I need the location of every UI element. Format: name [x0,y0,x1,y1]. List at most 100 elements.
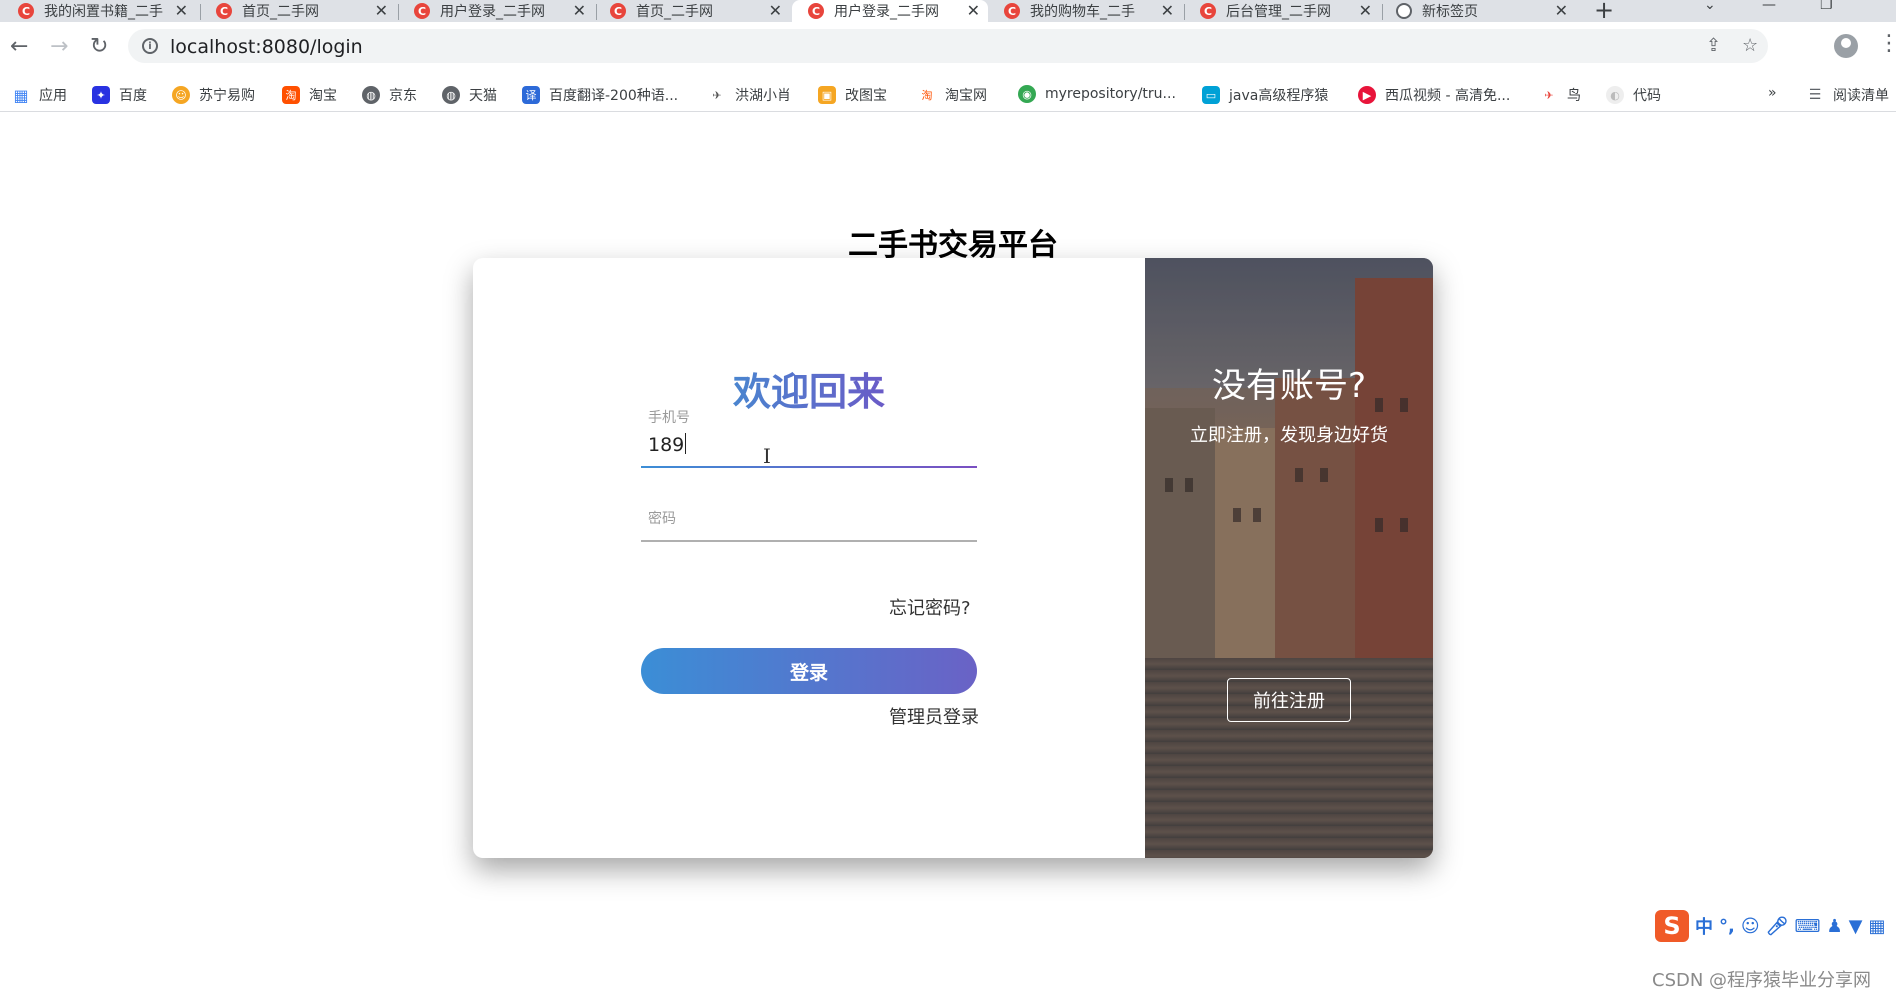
back-arrow-icon[interactable]: ← [10,34,28,59]
tab-8[interactable]: 新标签页 ✕ [1396,0,1576,22]
bookmark-label: 京东 [389,88,417,104]
login-card: 欢迎回来 手机号 189 I 密码 忘记密码? 登录 管理员登录 没有账号? 立… [473,258,1433,858]
close-icon[interactable]: ✕ [573,1,586,20]
bookmark-honghu[interactable]: ✈ 洪湖小肖 [708,85,791,105]
emoji-icon[interactable]: ☺ [1741,916,1760,937]
tab-separator [1382,4,1383,20]
bookmark-label: java高级程序猿 [1229,88,1329,104]
go-register-button[interactable]: 前往注册 [1227,678,1351,722]
bookmark-label: 鸟 [1567,88,1581,104]
tab-title: 首页_二手网 [636,4,713,20]
taobao-icon: 淘 [918,86,936,104]
tab-5-active[interactable]: C 用户登录_二手网 ✕ [792,0,988,22]
reading-list[interactable]: ☰ 阅读清单 [1806,85,1889,105]
bookmark-label: 洪湖小肖 [735,88,791,104]
bookmark-baidu[interactable]: ✦ 百度 [92,85,147,105]
admin-login-link[interactable]: 管理员登录 [889,703,979,729]
bookmark-java[interactable]: ▭ java高级程序猿 [1202,85,1328,105]
close-icon[interactable]: ✕ [175,1,188,20]
tab-1[interactable]: C 我的闲置书籍_二手 ✕ [18,0,196,22]
tab-7[interactable]: C 后台管理_二手网 ✕ [1200,0,1380,22]
tab-separator [1184,4,1185,20]
microphone-icon[interactable]: 🎤︎ [1766,916,1789,937]
user-icon[interactable]: ♟ [1826,916,1842,937]
tab-3[interactable]: C 用户登录_二手网 ✕ [414,0,594,22]
site-c-icon: C [610,3,626,19]
code-icon: ◐ [1606,86,1624,104]
bookmark-baidu-translate[interactable]: 译 百度翻译-200种语... [522,85,678,105]
suning-icon: ☺ [172,86,190,104]
grid-icon[interactable]: ▦ [1868,916,1885,937]
share-icon[interactable]: ⇪ [1706,35,1721,56]
bookmark-code[interactable]: ◐ 代码 [1606,85,1661,105]
taobao-icon: 淘 [282,86,300,104]
forward-arrow-icon[interactable]: → [50,34,68,59]
more-bookmarks-chevron-icon[interactable]: » [1768,85,1777,101]
skin-shirt-icon[interactable]: ▼ [1849,916,1863,937]
tab-title: 后台管理_二手网 [1226,4,1331,20]
bookmark-taobao[interactable]: 淘 淘宝 [282,85,337,105]
url-text[interactable]: localhost:8080/login [170,36,363,58]
apps-grid-icon: ▦ [13,85,29,105]
panel-dim-overlay [1145,258,1433,858]
restore-icon[interactable]: ❐ [1820,0,1833,13]
login-button[interactable]: 登录 [641,648,977,694]
password-input[interactable]: 密码 [648,508,676,528]
bookmark-tmall[interactable]: ◍ 天猫 [442,85,497,105]
tab-title: 用户登录_二手网 [440,4,545,20]
menu-kebab-icon[interactable]: ⋮ [1878,31,1896,56]
punctuation-icon[interactable]: °, [1719,916,1735,937]
bookmark-label: 淘宝网 [945,88,987,104]
close-icon[interactable]: ✕ [1555,1,1568,20]
register-panel-title: 没有账号? [1211,366,1367,406]
ime-toolbar: S 中 °, ☺ 🎤︎ ⌨ ♟ ▼ ▦ [1655,908,1896,944]
bookmark-taobao-net[interactable]: 淘 淘宝网 [918,85,987,105]
close-icon[interactable]: ✕ [967,1,980,20]
bookmark-suning[interactable]: ☺ 苏宁易购 [172,85,255,105]
new-tab-plus-icon[interactable]: + [1594,0,1614,24]
password-input-underline [641,540,977,542]
bookmark-label: 应用 [39,88,67,104]
phone-value: 189 [648,434,685,456]
welcome-heading: 欢迎回来 [733,361,885,416]
tab-strip: C 我的闲置书籍_二手 ✕ C 首页_二手网 ✕ C 用户登录_二手网 ✕ C … [0,0,1896,24]
sogou-ime-logo-icon[interactable]: S [1655,910,1689,942]
site-c-icon: C [414,3,430,19]
bookmark-label: myrepository/tru... [1045,86,1176,102]
close-icon[interactable]: ✕ [375,1,388,20]
bookmark-label: 代码 [1633,88,1661,104]
keyboard-icon[interactable]: ⌨ [1794,916,1820,937]
phone-input-underline [641,466,977,468]
reload-icon[interactable]: ↻ [90,34,108,59]
site-c-icon: C [808,3,824,19]
browser-toolbar: ← → ↻ i localhost:8080/login ⇪ ☆ ⋮ [0,22,1896,76]
tab-2[interactable]: C 首页_二手网 ✕ [216,0,396,22]
chrome-icon: ◉ [1018,85,1036,103]
close-icon[interactable]: ✕ [1161,1,1174,20]
bookmark-xigua[interactable]: ▶ 西瓜视频 - 高清免... [1358,85,1510,105]
tab-6[interactable]: C 我的购物车_二手 ✕ [1004,0,1182,22]
bookmark-apps[interactable]: ▦ 应用 [12,85,67,105]
globe-icon: ◍ [362,86,380,104]
tab-separator [398,4,399,20]
forgot-password-link[interactable]: 忘记密码? [889,594,971,620]
close-icon[interactable]: ✕ [769,1,782,20]
ime-mode[interactable]: 中 [1695,913,1713,939]
tab-separator [200,4,201,20]
bookmark-bird[interactable]: ✈ 鸟 [1540,85,1581,105]
close-icon[interactable]: ✕ [1359,1,1372,20]
minimize-icon[interactable]: — [1762,0,1776,13]
bookmark-myrepository[interactable]: ◉ myrepository/tru... [1018,85,1176,103]
tab-4[interactable]: C 首页_二手网 ✕ [610,0,790,22]
bookmark-gaitubao[interactable]: ▣ 改图宝 [818,85,887,105]
tab-search-chevron-icon[interactable]: ⌄ [1704,0,1716,13]
text-caret [685,433,687,454]
bookmark-label: 百度 [119,88,147,104]
bookmark-star-icon[interactable]: ☆ [1742,35,1758,56]
address-bar[interactable]: i localhost:8080/login ⇪ ☆ [128,29,1768,63]
phone-input[interactable]: 189 [648,433,687,456]
site-c-icon: C [216,3,232,19]
site-info-icon[interactable]: i [142,38,158,54]
profile-avatar-icon[interactable] [1834,34,1858,58]
bookmark-jd[interactable]: ◍ 京东 [362,85,417,105]
